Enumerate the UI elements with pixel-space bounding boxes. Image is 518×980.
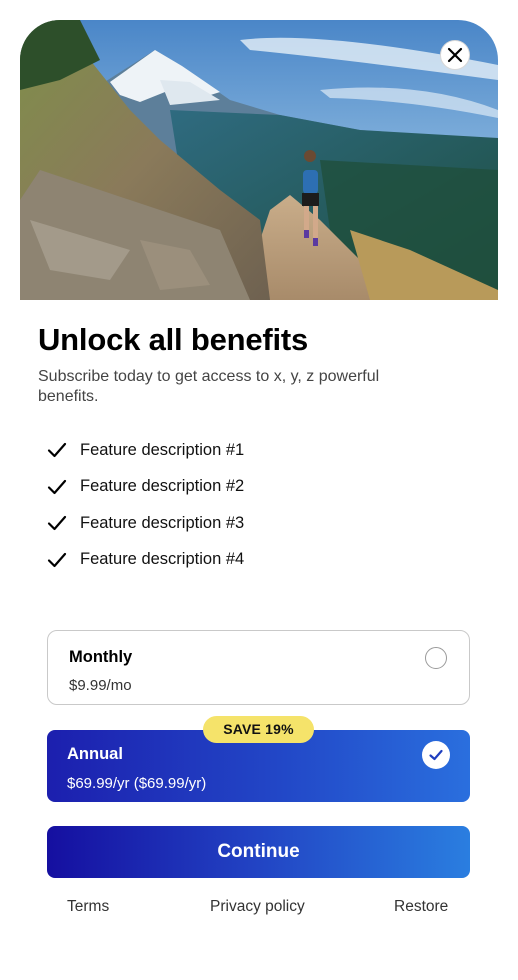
feature-item: Feature description #1 <box>46 432 244 469</box>
plan-name: Annual <box>67 745 123 763</box>
check-icon <box>46 439 68 461</box>
feature-item: Feature description #3 <box>46 505 244 542</box>
restore-link[interactable]: Restore <box>394 898 448 916</box>
check-icon <box>46 512 68 534</box>
feature-text: Feature description #1 <box>80 440 245 459</box>
plan-price: $9.99/mo <box>69 677 132 694</box>
radio-unselected-icon[interactable] <box>425 647 447 669</box>
close-icon <box>447 47 463 63</box>
page-title: Unlock all benefits <box>38 322 309 357</box>
save-badge: SAVE 19% <box>203 716 314 743</box>
feature-item: Feature description #2 <box>46 469 244 506</box>
terms-link[interactable]: Terms <box>67 898 109 916</box>
plan-price: $69.99/yr ($69.99/yr) <box>67 775 207 792</box>
checkmark-circle-icon[interactable] <box>422 741 450 769</box>
feature-list: Feature description #1 Feature descripti… <box>46 432 244 578</box>
plan-name: Monthly <box>69 648 133 666</box>
feature-item: Feature description #4 <box>46 542 244 579</box>
plan-option-monthly[interactable]: Monthly $9.99/mo <box>47 630 470 705</box>
hero-photo <box>20 20 498 300</box>
hero-image <box>20 20 498 300</box>
feature-text: Feature description #4 <box>80 550 245 569</box>
page-subtitle: Subscribe today to get access to x, y, z… <box>38 368 380 405</box>
feature-text: Feature description #2 <box>80 477 245 496</box>
feature-text: Feature description #3 <box>80 513 245 532</box>
check-icon <box>46 476 68 498</box>
privacy-policy-link[interactable]: Privacy policy <box>210 898 305 916</box>
check-icon <box>46 549 68 571</box>
close-button[interactable] <box>440 40 470 70</box>
continue-button[interactable]: Continue <box>47 826 470 878</box>
